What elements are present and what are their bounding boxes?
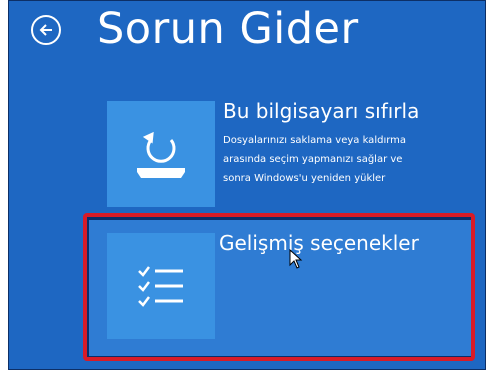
troubleshoot-screen: Sorun Gider Bu bilgisayarı sıfırla Dosya…	[8, 0, 486, 370]
annotation-highlight-box	[83, 213, 475, 361]
mouse-cursor-icon	[289, 249, 303, 269]
